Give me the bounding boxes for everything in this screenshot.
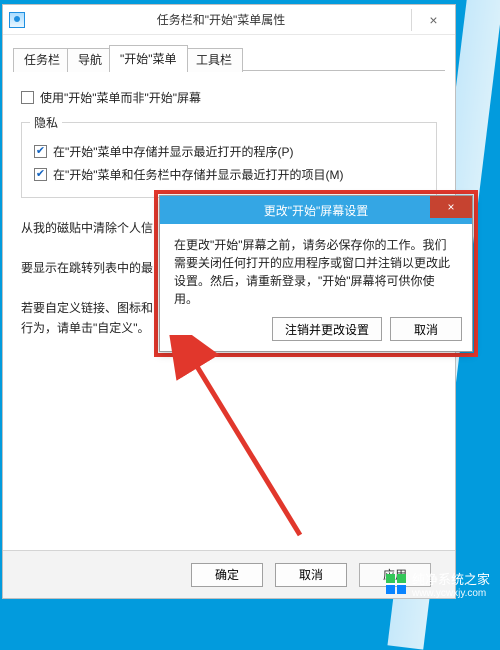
dialog-close-button[interactable]: × bbox=[430, 196, 472, 218]
window-titlebar: 任务栏和"开始"菜单属性 × bbox=[3, 5, 455, 35]
use-start-menu-row: 使用"开始"菜单而非"开始"屏幕 bbox=[21, 89, 437, 106]
tab-toolbars[interactable]: 工具栏 bbox=[185, 48, 243, 72]
confirm-dialog: 更改"开始"屏幕设置 × 在更改"开始"屏幕之前，请务必保存你的工作。我们需要关… bbox=[159, 195, 473, 352]
dialog-titlebar: 更改"开始"屏幕设置 × bbox=[160, 196, 472, 224]
dialog-title: 更改"开始"屏幕设置 bbox=[160, 202, 472, 219]
customize-line-2: 行为，请单击"自定义"。 bbox=[21, 321, 150, 335]
privacy-group: 隐私 在"开始"菜单中存储并显示最近打开的程序(P) 在"开始"菜单和任务栏中存… bbox=[21, 122, 437, 198]
window-title: 任务栏和"开始"菜单属性 bbox=[31, 11, 411, 28]
watermark: 纯净系统之家 www.ycwxjy.com bbox=[386, 569, 490, 599]
signout-and-change-button[interactable]: 注销并更改设置 bbox=[272, 317, 382, 341]
privacy-items-label: 在"开始"菜单和任务栏中存储并显示最近打开的项目(M) bbox=[53, 166, 344, 183]
privacy-programs-label: 在"开始"菜单中存储并显示最近打开的程序(P) bbox=[53, 143, 294, 160]
watermark-brand: 纯净系统之家 bbox=[412, 569, 490, 588]
window-close-button[interactable]: × bbox=[411, 9, 455, 31]
cancel-button[interactable]: 取消 bbox=[275, 563, 347, 587]
privacy-items-checkbox[interactable] bbox=[34, 168, 47, 181]
dialog-button-row: 注销并更改设置 取消 bbox=[272, 317, 462, 341]
tab-taskbar[interactable]: 任务栏 bbox=[13, 48, 71, 72]
watermark-logo-icon bbox=[386, 574, 406, 594]
ok-button[interactable]: 确定 bbox=[191, 563, 263, 587]
privacy-group-title: 隐私 bbox=[30, 114, 62, 131]
privacy-programs-row: 在"开始"菜单中存储并显示最近打开的程序(P) bbox=[34, 143, 424, 160]
tab-bar: 任务栏 导航 "开始"菜单 工具栏 bbox=[13, 43, 445, 71]
privacy-items-row: 在"开始"菜单和任务栏中存储并显示最近打开的项目(M) bbox=[34, 166, 424, 183]
window-icon bbox=[9, 12, 25, 28]
privacy-programs-checkbox[interactable] bbox=[34, 145, 47, 158]
dialog-cancel-button[interactable]: 取消 bbox=[390, 317, 462, 341]
use-start-menu-checkbox[interactable] bbox=[21, 91, 34, 104]
tab-navigation[interactable]: 导航 bbox=[67, 48, 113, 72]
dialog-body-text: 在更改"开始"屏幕之前，请务必保存你的工作。我们需要关闭任何打开的应用程序或窗口… bbox=[160, 224, 472, 308]
watermark-url: www.ycwxjy.com bbox=[412, 588, 490, 599]
tab-start-menu[interactable]: "开始"菜单 bbox=[109, 45, 188, 72]
customize-line-1: 若要自定义链接、图标和 bbox=[21, 301, 153, 315]
use-start-menu-label: 使用"开始"菜单而非"开始"屏幕 bbox=[40, 89, 201, 106]
